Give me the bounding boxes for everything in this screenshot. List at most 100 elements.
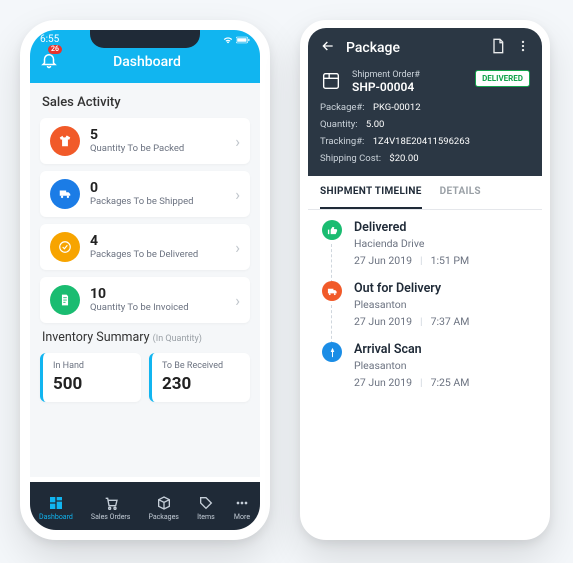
app-header: 26 Dashboard [30, 47, 260, 83]
tl-datetime: 27 Jun 2019 | 7:25 AM [354, 376, 469, 389]
tab-sales-orders[interactable]: Sales Orders [91, 495, 131, 521]
chevron-right-icon: › [235, 132, 240, 151]
tab-items[interactable]: Items [197, 495, 215, 521]
header-row: Package [320, 38, 530, 58]
wifi-icon [223, 35, 233, 45]
tl-title: Out for Delivery [354, 281, 469, 296]
inv-label: In Hand [53, 361, 131, 371]
card-text: 4 Packages To be Delivered [90, 234, 225, 260]
tab-label: Sales Orders [91, 513, 131, 521]
tl-sub: Pleasanton [354, 359, 469, 372]
section-sales-title: Sales Activity [42, 95, 248, 110]
tl-datetime: 27 Jun 2019 | 1:51 PM [354, 254, 469, 267]
card-packed[interactable]: 5 Quantity To be Packed › [40, 118, 250, 164]
card-label: Packages To be Delivered [90, 249, 225, 260]
phone-dashboard: 6:55 26 Dashboard Sales Activity 5 Quant… [20, 20, 270, 540]
more-button[interactable] [516, 38, 530, 58]
chevron-right-icon: › [235, 238, 240, 257]
section-inventory-title: Inventory Summary (In Quantity) [42, 330, 248, 345]
card-text: 5 Quantity To be Packed [90, 128, 225, 154]
check-circle-icon [50, 232, 80, 262]
card-invoiced[interactable]: 10 Quantity To be Invoiced › [40, 277, 250, 323]
timeline-item: Out for Delivery Pleasanton 27 Jun 2019 … [322, 281, 528, 342]
card-text: 0 Packages To be Shipped [90, 181, 225, 207]
notif-badge: 26 [48, 45, 62, 54]
tab-label: More [234, 513, 250, 521]
card-value: 5 [90, 128, 225, 143]
package-outline-icon [320, 70, 342, 96]
kv-key: Tracking#: [320, 136, 364, 147]
kv-val: 5.00 [366, 119, 385, 130]
inv-to-receive[interactable]: To Be Received 230 [149, 353, 250, 402]
chevron-right-icon: › [235, 185, 240, 204]
card-value: 4 [90, 234, 225, 249]
tab-shipment-timeline[interactable]: SHIPMENT TIMELINE [320, 176, 422, 209]
order-row: Shipment Order# SHP-00004 DELIVERED [320, 70, 530, 96]
timeline-content: Delivered Hacienda Drive 27 Jun 2019 | 1… [354, 220, 469, 267]
inv-title-sub: (In Quantity) [153, 334, 202, 344]
separator: | [420, 315, 423, 328]
notifications-button[interactable]: 26 [40, 51, 58, 73]
card-label: Quantity To be Invoiced [90, 302, 225, 313]
status-icons [223, 35, 250, 45]
order-label: Shipment Order# [352, 70, 420, 80]
card-shipped[interactable]: 0 Packages To be Shipped › [40, 171, 250, 217]
tl-time: 1:51 PM [431, 254, 470, 267]
order-number: SHP-00004 [352, 80, 420, 94]
box-icon [155, 495, 173, 511]
tl-title: Arrival Scan [354, 342, 469, 357]
kv-key: Quantity: [320, 119, 358, 130]
separator: | [420, 254, 423, 267]
kv-val: 1Z4V18E20411596263 [373, 136, 470, 147]
kebab-icon [516, 38, 530, 54]
inv-title-text: Inventory Summary [42, 330, 150, 345]
location-icon [322, 342, 342, 362]
bottom-tabbar: Dashboard Sales Orders Packages Items Mo… [30, 482, 260, 530]
kv-key: Shipping Cost: [320, 153, 381, 164]
battery-icon [236, 36, 250, 44]
inv-value: 230 [162, 374, 240, 394]
page-title: Package [346, 40, 480, 56]
tab-more[interactable]: More [233, 495, 251, 521]
tl-time: 7:37 AM [431, 315, 470, 328]
separator: | [420, 376, 423, 389]
timeline-item: Arrival Scan Pleasanton 27 Jun 2019 | 7:… [322, 342, 528, 403]
status-time: 6:55 [40, 34, 59, 45]
tl-time: 7:25 AM [431, 376, 470, 389]
card-value: 10 [90, 287, 225, 302]
phone-package: Package Shipment Order# SHP-00004 DELIVE… [300, 20, 550, 540]
back-button[interactable] [320, 38, 336, 58]
inv-value: 500 [53, 374, 131, 394]
tab-details[interactable]: DETAILS [440, 176, 481, 209]
card-label: Quantity To be Packed [90, 143, 225, 154]
status-badge: DELIVERED [475, 70, 530, 87]
card-label: Packages To be Shipped [90, 196, 225, 207]
inv-in-hand[interactable]: In Hand 500 [40, 353, 141, 402]
order-info: Shipment Order# SHP-00004 [352, 70, 420, 94]
tab-dashboard[interactable]: Dashboard [39, 495, 73, 521]
pdf-button[interactable] [490, 38, 506, 58]
truck-icon [322, 281, 342, 301]
timeline-item: Delivered Hacienda Drive 27 Jun 2019 | 1… [322, 220, 528, 281]
tab-packages[interactable]: Packages [148, 495, 178, 521]
chevron-right-icon: › [235, 291, 240, 310]
invoice-icon [50, 285, 80, 315]
kv-tracking: Tracking#: 1Z4V18E20411596263 [320, 136, 530, 147]
tl-date: 27 Jun 2019 [354, 254, 412, 267]
arrow-left-icon [320, 38, 336, 54]
tab-label: Items [197, 513, 215, 521]
kv-package: Package#: PKG-00012 [320, 102, 530, 113]
inventory-row: In Hand 500 To Be Received 230 [40, 353, 250, 402]
thumbs-up-icon [322, 220, 342, 240]
package-header: Package Shipment Order# SHP-00004 DELIVE… [308, 28, 542, 176]
kv-val: $20.00 [389, 153, 418, 164]
timeline-content: Out for Delivery Pleasanton 27 Jun 2019 … [354, 281, 469, 328]
notch [90, 30, 200, 48]
detail-tabs: SHIPMENT TIMELINE DETAILS [308, 176, 542, 210]
truck-icon [50, 179, 80, 209]
tl-datetime: 27 Jun 2019 | 7:37 AM [354, 315, 469, 328]
card-delivered[interactable]: 4 Packages To be Delivered › [40, 224, 250, 270]
card-text: 10 Quantity To be Invoiced [90, 287, 225, 313]
page-title: Dashboard [44, 54, 250, 70]
shirt-icon [50, 126, 80, 156]
